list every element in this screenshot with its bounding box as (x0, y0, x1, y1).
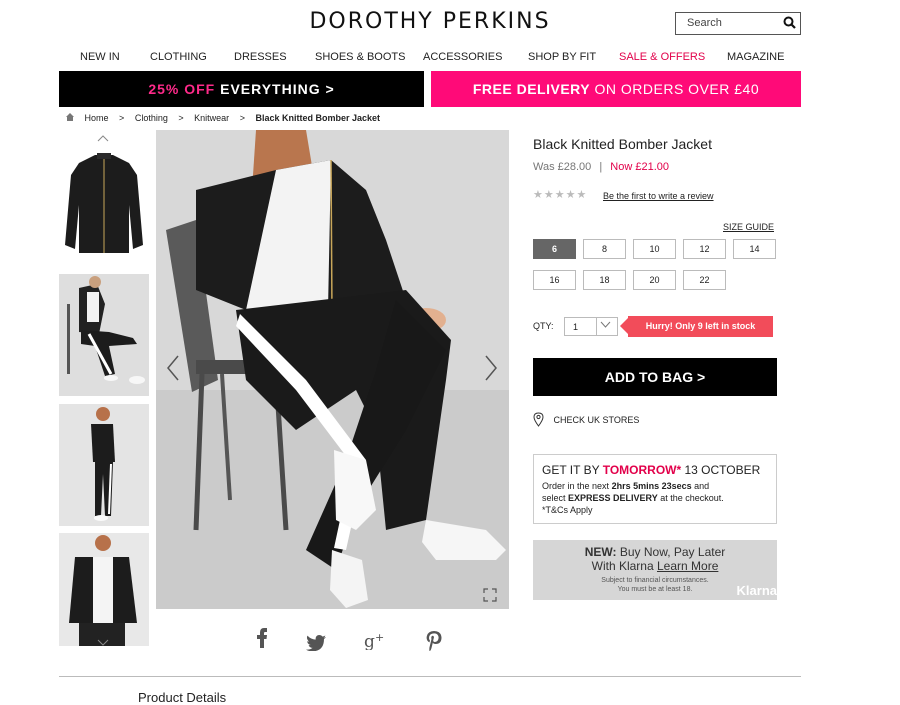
size-option[interactable]: 6 (533, 239, 576, 259)
delivery-text: Order in the next 2hrs 5mins 23secs and … (542, 480, 768, 516)
klarna-new: NEW: (584, 545, 617, 559)
section-divider (59, 676, 801, 677)
breadcrumb-home[interactable]: Home (85, 113, 109, 123)
low-stock-badge: Hurry! Only 9 left in stock (620, 316, 773, 337)
search-icon[interactable] (783, 16, 796, 32)
delivery-heading: GET IT BY TOMORROW* 13 OCTOBER (542, 463, 768, 477)
product-title: Black Knitted Bomber Jacket (533, 136, 712, 152)
qty-divider (596, 318, 597, 335)
qty-label: QTY: (533, 321, 554, 331)
twitter-icon[interactable] (306, 632, 326, 656)
price-now: Now £21.00 (610, 161, 669, 173)
klarna-headline: Buy Now, Pay Later (619, 545, 726, 559)
breadcrumb-knitwear[interactable]: Knitwear (194, 113, 229, 123)
prev-image-icon[interactable] (166, 355, 180, 388)
nav-item-magazine[interactable]: MAGAZINE (727, 51, 784, 63)
location-pin-icon (533, 412, 545, 429)
size-option[interactable]: 10 (633, 239, 676, 259)
delivery-line2-post: at the checkout. (660, 493, 724, 503)
delivery-line2-pre: select (542, 493, 566, 503)
home-icon (66, 113, 74, 123)
nav-item-sale-offers[interactable]: SALE & OFFERS (619, 51, 705, 63)
search-placeholder: Search (687, 17, 722, 29)
chevron-down-icon[interactable] (97, 636, 109, 650)
search-input[interactable]: Search (675, 12, 801, 35)
thumbnail-standing-side[interactable] (59, 404, 149, 526)
size-option[interactable]: 14 (733, 239, 776, 259)
nav-item-accessories[interactable]: ACCESSORIES (423, 51, 502, 63)
thumbnail-jacket[interactable] (59, 145, 149, 265)
svg-text:g: g (364, 632, 375, 650)
size-guide-link[interactable]: SIZE GUIDE (723, 222, 774, 232)
facebook-icon[interactable] (256, 628, 268, 653)
breadcrumb-separator: > (178, 113, 184, 123)
delivery-date: 13 OCTOBER (684, 463, 761, 477)
pinterest-icon[interactable] (426, 631, 442, 656)
check-stores-link[interactable]: CHECK UK STORES (533, 412, 639, 429)
delivery-line1-post: and (694, 481, 710, 491)
klarna-with: With Klarna (591, 559, 654, 573)
delivery-express: EXPRESS DELIVERY (568, 493, 658, 503)
add-to-bag-button[interactable]: ADD TO BAG > (533, 358, 777, 396)
quantity-select[interactable]: 1 (564, 317, 618, 336)
promo-discount-text: EVERYTHING > (220, 81, 335, 97)
thumbnail-seated[interactable] (59, 274, 149, 396)
klarna-logo: Klarna (736, 583, 777, 598)
nav-item-new-in[interactable]: NEW IN (80, 51, 120, 63)
size-option[interactable]: 8 (583, 239, 626, 259)
thumbnail-front[interactable] (59, 533, 149, 646)
promo-banner-delivery[interactable]: FREE DELIVERY ON ORDERS OVER £40 (431, 71, 801, 107)
delivery-get-it: GET IT BY (542, 463, 600, 477)
price-separator: | (599, 161, 603, 173)
price-was: Was £28.00 (533, 161, 592, 173)
promo-discount-highlight: 25% OFF (148, 81, 216, 97)
delivery-tomorrow: TOMORROW* (602, 463, 682, 477)
breadcrumb-separator: > (239, 113, 245, 123)
size-option[interactable]: 18 (583, 270, 626, 290)
nav-item-dresses[interactable]: DRESSES (234, 51, 287, 63)
product-price: Was £28.00 | Now £21.00 (533, 161, 669, 173)
delivery-info-box: GET IT BY TOMORROW* 13 OCTOBER Order in … (533, 454, 777, 524)
klarna-banner[interactable]: NEW: Buy Now, Pay Later With Klarna Lear… (533, 540, 777, 600)
nav-item-shoes-boots[interactable]: SHOES & BOOTS (315, 51, 405, 63)
rating-stars: ★★★★★ (533, 189, 588, 201)
klarna-learn-more-link[interactable]: Learn More (657, 559, 718, 573)
breadcrumb-separator: > (119, 113, 125, 123)
klarna-line2: With Klarna Learn More (533, 559, 777, 573)
main-nav: NEW IN CLOTHING DRESSES SHOES & BOOTS AC… (0, 51, 900, 65)
breadcrumb-current: Black Knitted Bomber Jacket (255, 113, 381, 123)
next-image-icon[interactable] (484, 355, 498, 388)
svg-text:+: + (375, 632, 384, 644)
google-plus-icon[interactable]: g + (364, 631, 386, 655)
promo-delivery-text: ON ORDERS OVER £40 (594, 81, 760, 97)
breadcrumb-clothing[interactable]: Clothing (135, 113, 168, 123)
chevron-down-icon (600, 319, 611, 331)
delivery-countdown: 2hrs 5mins 23secs (611, 481, 692, 491)
delivery-line1-pre: Order in the next (542, 481, 610, 491)
size-option[interactable]: 16 (533, 270, 576, 290)
nav-item-clothing[interactable]: CLOTHING (150, 51, 207, 63)
qty-value: 1 (573, 322, 579, 332)
promo-delivery-highlight: FREE DELIVERY (472, 81, 591, 97)
size-option[interactable]: 22 (683, 270, 726, 290)
klarna-line1: NEW: Buy Now, Pay Later (533, 545, 777, 559)
main-product-image[interactable] (156, 130, 509, 609)
nav-item-shop-by-fit[interactable]: SHOP BY FIT (528, 51, 596, 63)
chevron-up-icon[interactable] (97, 131, 109, 145)
size-option[interactable]: 12 (683, 239, 726, 259)
product-details-heading[interactable]: Product Details (138, 690, 226, 705)
breadcrumb: Home > Clothing > Knitwear > Black Knitt… (66, 113, 388, 123)
promo-banner-discount[interactable]: 25% OFF EVERYTHING > (59, 71, 424, 107)
size-option[interactable]: 20 (633, 270, 676, 290)
delivery-tcs: *T&Cs Apply (542, 505, 593, 515)
check-stores-label: CHECK UK STORES (553, 414, 640, 425)
write-review-link[interactable]: Be the first to write a review (603, 191, 714, 201)
expand-icon[interactable] (483, 588, 497, 607)
